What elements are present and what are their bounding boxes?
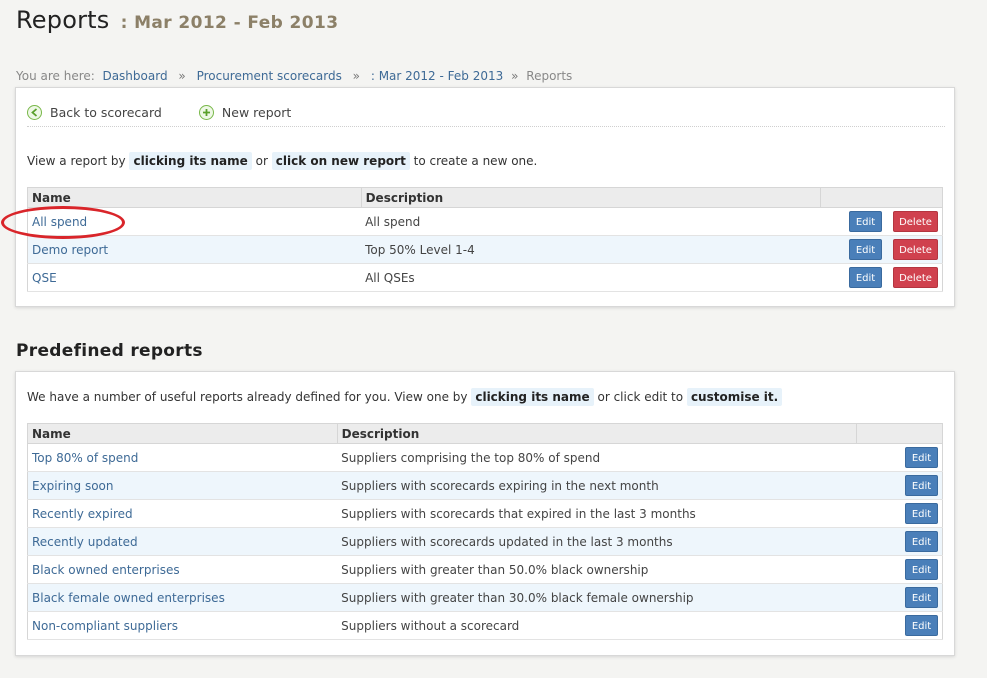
my-reports-intro: View a report by clicking its name or cl… (27, 152, 538, 170)
scorecard-period: : Mar 2012 - Feb 2013 (120, 13, 339, 33)
report-name-link[interactable]: Recently expired (32, 507, 133, 521)
report-description: Suppliers with greater than 30.0% black … (337, 583, 857, 612)
intro-highlight: customise it. (686, 388, 783, 406)
edit-button[interactable]: Edit (905, 559, 938, 580)
back-to-scorecard-link[interactable]: Back to scorecard (27, 105, 162, 120)
report-name-link[interactable]: Black female owned enterprises (32, 591, 225, 605)
page-title-text: Reports (16, 6, 110, 34)
breadcrumb-separator: » (178, 69, 186, 83)
column-header-name: Name (27, 187, 362, 208)
breadcrumb-prefix: You are here: (16, 69, 95, 83)
intro-highlight: clicking its name (129, 152, 252, 170)
table-row: Expiring soon Suppliers with scorecards … (27, 471, 943, 500)
report-description: Suppliers without a scorecard (337, 611, 857, 640)
column-header-actions (856, 423, 943, 444)
report-description: Suppliers with greater than 50.0% black … (337, 555, 857, 584)
table-row: Demo report Top 50% Level 1-4 Edit Delete (27, 235, 943, 264)
breadcrumb-scorecard-period[interactable]: : Mar 2012 - Feb 2013 (371, 69, 503, 83)
report-description: Suppliers comprising the top 80% of spen… (337, 443, 857, 472)
intro-text: or click edit to (597, 390, 684, 404)
report-name-link[interactable]: Expiring soon (32, 479, 113, 493)
predefined-intro: We have a number of useful reports alrea… (27, 388, 783, 406)
delete-button[interactable]: Delete (893, 267, 938, 288)
report-description: Top 50% Level 1-4 (361, 235, 821, 264)
predefined-reports-panel: We have a number of useful reports alrea… (15, 371, 955, 656)
report-description: All QSEs (361, 263, 821, 292)
column-header-description: Description (336, 423, 858, 444)
report-actions: Back to scorecard New report (27, 102, 945, 127)
table-row: All spend All spend Edit Delete (27, 207, 943, 236)
intro-text: or (255, 154, 268, 168)
new-report-link[interactable]: New report (198, 105, 292, 120)
report-description: Suppliers with scorecards expiring in th… (337, 471, 857, 500)
report-name-link[interactable]: Non-compliant suppliers (32, 619, 178, 633)
new-report-label: New report (221, 105, 292, 120)
edit-button[interactable]: Edit (905, 475, 938, 496)
my-reports-panel: Back to scorecard New report View a repo… (15, 87, 955, 307)
report-description: All spend (361, 207, 821, 236)
column-header-description: Description (360, 187, 822, 208)
report-name-link[interactable]: Demo report (32, 243, 108, 257)
breadcrumb-dashboard[interactable]: Dashboard (102, 69, 167, 83)
table-row: Recently updated Suppliers with scorecar… (27, 527, 943, 556)
edit-button[interactable]: Edit (849, 211, 882, 232)
column-header-name: Name (27, 423, 338, 444)
delete-button[interactable]: Delete (893, 239, 938, 260)
edit-button[interactable]: Edit (905, 503, 938, 524)
plus-icon (198, 105, 214, 120)
breadcrumb-separator: » (352, 69, 361, 83)
edit-button[interactable]: Edit (905, 447, 938, 468)
arrow-left-icon (27, 105, 42, 120)
table-row: QSE All QSEs Edit Delete (27, 263, 943, 292)
edit-button[interactable]: Edit (905, 587, 938, 608)
intro-text: View a report by (27, 154, 126, 168)
report-name-link[interactable]: All spend (32, 215, 87, 229)
report-name-link[interactable]: Top 80% of spend (32, 451, 138, 465)
breadcrumb-procurement-scorecards[interactable]: Procurement scorecards (197, 69, 342, 83)
intro-highlight: click on new report (271, 152, 410, 170)
my-reports-table: Name Description All spend All spend Edi… (27, 187, 943, 292)
edit-button[interactable]: Edit (905, 615, 938, 636)
intro-text: to create a new one. (413, 154, 538, 168)
breadcrumb-separator: » (511, 69, 519, 83)
breadcrumb: You are here: Dashboard » Procurement sc… (16, 69, 572, 83)
page: Reports : Mar 2012 - Feb 2013 You are he… (0, 0, 987, 678)
back-to-scorecard-label: Back to scorecard (50, 105, 162, 120)
report-name-link[interactable]: QSE (32, 271, 57, 285)
breadcrumb-current: Reports (526, 69, 573, 83)
intro-highlight: clicking its name (471, 388, 594, 406)
edit-button[interactable]: Edit (849, 239, 882, 260)
intro-text: We have a number of useful reports alrea… (27, 390, 468, 404)
report-name-link[interactable]: Recently updated (32, 535, 138, 549)
column-header-actions (820, 187, 943, 208)
delete-button[interactable]: Delete (893, 211, 938, 232)
report-description: Suppliers with scorecards updated in the… (337, 527, 857, 556)
edit-button[interactable]: Edit (849, 267, 882, 288)
edit-button[interactable]: Edit (905, 531, 938, 552)
table-row: Recently expired Suppliers with scorecar… (27, 499, 943, 528)
table-row: Top 80% of spend Suppliers comprising th… (27, 443, 943, 472)
report-name-link[interactable]: Black owned enterprises (32, 563, 180, 577)
table-row: Black female owned enterprises Suppliers… (27, 583, 943, 612)
page-title: Reports : Mar 2012 - Feb 2013 (16, 6, 338, 34)
predefined-reports-table: Name Description Top 80% of spend Suppli… (27, 423, 943, 640)
report-description: Suppliers with scorecards that expired i… (337, 499, 857, 528)
table-row: Non-compliant suppliers Suppliers withou… (27, 611, 943, 640)
table-row: Black owned enterprises Suppliers with g… (27, 555, 943, 584)
predefined-reports-heading: Predefined reports (16, 341, 203, 361)
